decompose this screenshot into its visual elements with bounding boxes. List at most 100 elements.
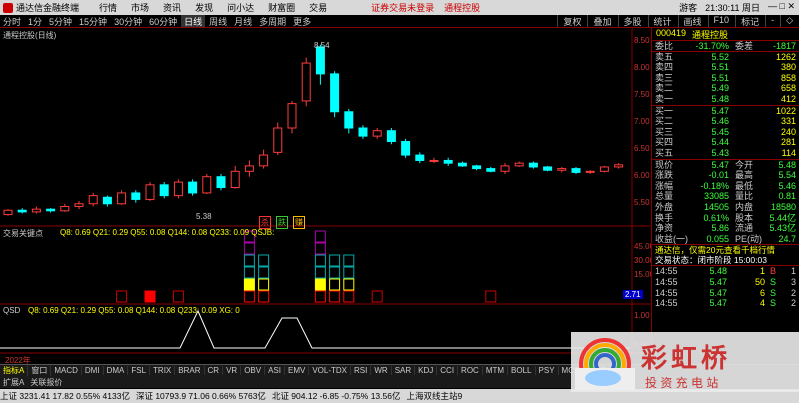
indicator-tab[interactable]: CCI xyxy=(437,366,459,375)
ext-tab[interactable]: 扩展A xyxy=(0,377,27,388)
indicator-tab[interactable]: OBV xyxy=(241,366,266,375)
period-tab[interactable]: 5分钟 xyxy=(46,15,75,27)
clock: 21:30:11 周日 xyxy=(705,3,761,13)
menu-item[interactable]: 问小达 xyxy=(227,3,254,13)
label: 卖三 xyxy=(655,72,674,83)
period-tab[interactable]: 多周期 xyxy=(256,15,289,27)
stat-value: 0.055 xyxy=(706,233,729,244)
price: 5.48 xyxy=(711,93,729,104)
main-menu: 行情 市场 资讯 发现 问小达 财富圈 交易 xyxy=(99,1,341,14)
indicator-tab[interactable]: ROC xyxy=(458,366,483,375)
candle-body xyxy=(500,165,510,172)
period-tab[interactable]: 60分钟 xyxy=(146,15,180,27)
candle-body xyxy=(88,195,98,205)
menu-item[interactable]: 资讯 xyxy=(163,3,181,13)
indicator-tab[interactable]: BRAR xyxy=(175,366,205,375)
ext-tab[interactable]: 关联报价 xyxy=(27,377,65,388)
tick-price: 5.48 xyxy=(709,266,727,277)
tool-button[interactable]: 画线 xyxy=(677,15,707,27)
stat-value: 5.46 xyxy=(778,180,796,191)
candle-body xyxy=(259,154,269,167)
menu-item[interactable]: 发现 xyxy=(195,3,213,13)
window-controls[interactable]: — □ ✕ xyxy=(768,1,795,14)
period-tab[interactable]: 30分钟 xyxy=(111,15,145,27)
period-tab[interactable]: 日线 xyxy=(181,15,206,27)
tick-price: 5.47 xyxy=(709,277,727,288)
candle-body xyxy=(301,62,311,102)
indicator-tab[interactable]: KDJ xyxy=(415,366,438,375)
candle-body xyxy=(443,159,453,164)
indicator-tab[interactable]: 窗口 xyxy=(28,365,52,376)
period-tab[interactable]: 更多 xyxy=(290,15,314,27)
period-tab[interactable]: 15分钟 xyxy=(76,15,110,27)
stat-row: 现价 5.47 今开 5.48 xyxy=(652,160,799,171)
ask-row: 卖四 5.51 380 xyxy=(652,62,799,73)
candle-body xyxy=(230,170,240,189)
stat-value: 5.48 xyxy=(778,159,796,170)
stat-label: PE(动) xyxy=(735,233,763,244)
indicator-tab[interactable]: ASI xyxy=(265,366,285,375)
stat-row: 换手 0.61% 股本 5.44亿 xyxy=(652,213,799,224)
tool-button[interactable]: ◇ xyxy=(780,15,798,27)
brand-name: 彩虹桥 xyxy=(641,343,732,373)
indicator-tab[interactable]: VOL-TDX xyxy=(309,366,352,375)
candle-body xyxy=(17,209,27,213)
trade-login-link[interactable]: 证券交易未登录 xyxy=(371,3,434,13)
app-name: 通达信金融终端 xyxy=(16,3,80,13)
period-tab[interactable]: 分时 xyxy=(0,15,24,27)
tick-count: 2 xyxy=(790,298,796,309)
menu-item[interactable]: 市场 xyxy=(131,3,149,13)
tool-button[interactable]: 统计 xyxy=(647,15,677,27)
tick-time: 14:55 xyxy=(655,287,678,298)
tool-button[interactable]: 复权 xyxy=(557,15,586,27)
indicator-tab[interactable]: TRIX xyxy=(150,366,176,375)
indicator-tab[interactable]: RSI xyxy=(351,366,372,375)
watermark-logo: 彩虹桥 投 资 充 电 站 xyxy=(571,332,799,392)
stat-row: 总量 33085 量比 0.81 xyxy=(652,191,799,202)
indicator-tab[interactable]: DMI xyxy=(82,366,104,375)
tick-volume: 1 xyxy=(759,266,765,277)
tool-button[interactable]: 标记 xyxy=(735,15,764,27)
period-tab[interactable]: 周线 xyxy=(206,15,230,27)
indicator-tab[interactable]: DMA xyxy=(104,366,129,375)
tool-button[interactable]: 叠加 xyxy=(587,15,616,27)
menu-item[interactable]: 财富圈 xyxy=(268,3,295,13)
stock-link[interactable]: 通程控股 xyxy=(444,3,480,13)
volume: 240 xyxy=(780,126,796,137)
indicator-tab[interactable]: VR xyxy=(223,366,242,375)
indicator-tab[interactable]: SAR xyxy=(392,366,416,375)
menu-item[interactable]: 交易 xyxy=(309,3,327,13)
guest-label[interactable]: 游客 xyxy=(679,1,697,14)
period-tab[interactable]: 1分 xyxy=(25,15,45,27)
indicator-tab[interactable]: CR xyxy=(205,366,224,375)
indicator-tab[interactable]: FSL xyxy=(128,366,151,375)
tool-button[interactable]: 多股 xyxy=(617,15,647,27)
stat-label: 涨幅 xyxy=(655,180,674,191)
indicator-tab[interactable]: EMV xyxy=(285,366,310,375)
indicator-tab[interactable]: MACD xyxy=(51,366,82,375)
stat-value: 14505 xyxy=(703,201,729,212)
stat-label: 外盘 xyxy=(655,201,674,212)
stat-label: 现价 xyxy=(655,159,674,170)
tick-volume: 6 xyxy=(759,287,765,298)
indicator-tab[interactable]: MTM xyxy=(483,366,509,375)
period-tab[interactable]: 月线 xyxy=(231,15,255,27)
tick-volume: 4 xyxy=(759,298,765,309)
tool-button[interactable]: F10 xyxy=(707,15,735,27)
promo-text[interactable]: 通达信，仅需20元查看千档行情 xyxy=(652,244,799,255)
tick-count: 1 xyxy=(790,266,796,277)
kline-chart[interactable] xyxy=(0,28,650,358)
indicator-tab[interactable]: PSY xyxy=(536,366,559,375)
wc-value: -1817 xyxy=(772,41,796,51)
indicator-tab[interactable]: 指标A xyxy=(0,365,29,376)
tick-price: 5.47 xyxy=(709,287,727,298)
qsjb-block xyxy=(243,278,255,291)
trade-status: 交易状态：闭市阶段 15:00:03 xyxy=(655,254,767,265)
stat-label: 换手 xyxy=(655,212,674,223)
menu-item[interactable]: 行情 xyxy=(99,3,117,13)
stat-label: 股本 xyxy=(735,212,754,223)
indicator-tab[interactable]: WR xyxy=(371,366,392,375)
indicator-tab[interactable]: BOLL xyxy=(508,366,536,375)
tool-button[interactable]: - xyxy=(765,15,779,27)
candle-body xyxy=(472,165,482,170)
